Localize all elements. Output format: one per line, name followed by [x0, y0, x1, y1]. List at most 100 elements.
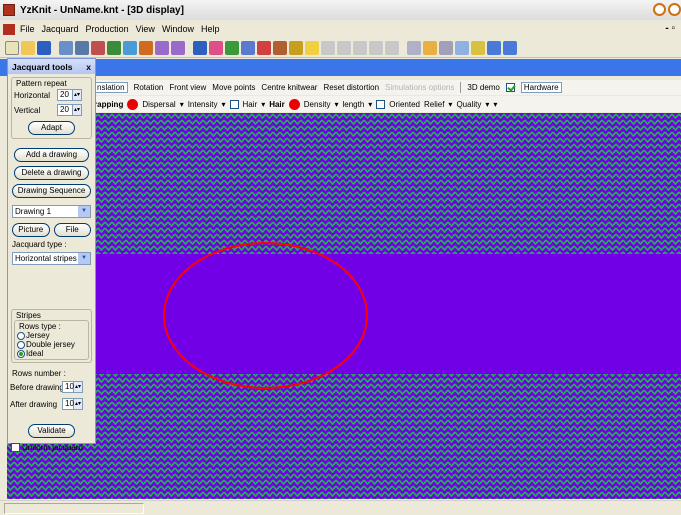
tab-translation[interactable]: nslation [94, 82, 128, 93]
hair-color-dot[interactable] [288, 98, 300, 110]
horizontal-input[interactable]: 20 [57, 89, 73, 101]
uniform-jacquard-checkbox[interactable] [11, 443, 20, 452]
chevron-down-icon[interactable]: ▾ [485, 100, 489, 109]
after-drawing-input[interactable]: 10 [62, 398, 74, 410]
menu-jacquard[interactable]: Jacquard [42, 24, 79, 34]
shape-icon[interactable] [241, 40, 255, 55]
radio-ideal-circle[interactable] [17, 349, 25, 358]
add-drawing-button[interactable]: Add a drawing [14, 148, 89, 162]
grid-icon[interactable] [107, 40, 121, 55]
help-icon[interactable] [305, 40, 319, 55]
disabled-tool-icon[interactable] [337, 40, 351, 55]
wrapping-label[interactable]: rapping [94, 100, 123, 109]
file-button[interactable]: File [53, 223, 91, 237]
hardware-checkbox[interactable] [505, 83, 515, 92]
chevron-down-icon[interactable]: ▼ [78, 206, 90, 217]
tab-reset-distortion[interactable]: Reset distortion [323, 83, 379, 92]
dispersal-dropdown[interactable]: Dispersal [142, 100, 175, 109]
tab-rotation[interactable]: Rotation [134, 83, 164, 92]
pattern-icon[interactable] [225, 40, 239, 55]
mdi-controls[interactable]: - ▫ [665, 23, 675, 34]
save-icon[interactable] [37, 40, 51, 55]
disabled-tool-icon[interactable] [369, 40, 383, 55]
chevron-down-icon[interactable]: ▾ [448, 100, 452, 109]
tab-3d-demo[interactable]: 3D demo [467, 83, 499, 92]
line-tool-icon[interactable] [407, 40, 421, 55]
measure-icon[interactable] [139, 40, 153, 55]
menu-production[interactable]: Production [86, 24, 129, 34]
validate-button[interactable]: Validate [28, 424, 75, 438]
chart-icon[interactable] [471, 40, 485, 55]
relief-dropdown[interactable]: Relief [424, 100, 444, 109]
chevron-down-icon[interactable]: ▾ [261, 100, 265, 109]
tab-front-view[interactable]: Front view [169, 83, 206, 92]
before-drawing-spinner[interactable]: ▴▾ [74, 381, 83, 393]
length-dropdown[interactable]: length [342, 100, 364, 109]
image-icon[interactable] [439, 40, 453, 55]
oriented-label[interactable]: Oriented [389, 100, 420, 109]
hair-color-label[interactable]: Hair [269, 100, 285, 109]
disabled-tool-icon[interactable] [385, 40, 399, 55]
chevron-down-icon[interactable]: ▾ [493, 100, 497, 109]
disabled-tool-icon[interactable] [321, 40, 335, 55]
chevron-down-icon[interactable]: ▼ [78, 253, 90, 264]
vertical-spinner[interactable]: ▴▾ [73, 104, 82, 116]
close-icon[interactable]: x [86, 62, 91, 72]
minimize-icon[interactable] [653, 3, 666, 16]
delete-drawing-button[interactable]: Delete a drawing [14, 166, 89, 180]
radio-ideal[interactable]: Ideal [17, 349, 86, 358]
disabled-tool-icon[interactable] [353, 40, 367, 55]
radio-double-jersey-circle[interactable] [17, 340, 25, 349]
jacquard-type-select[interactable]: Horizontal stripes ▼ [12, 252, 91, 265]
menu-window[interactable]: Window [162, 24, 194, 34]
zoom-icon[interactable] [155, 40, 169, 55]
density-dropdown[interactable]: Density [304, 100, 331, 109]
chevron-down-icon[interactable]: ▾ [180, 100, 184, 109]
uniform-jacquard-option[interactable]: Uniform jacquard [11, 443, 92, 452]
maximize-icon[interactable] [668, 3, 681, 16]
radio-jersey-circle[interactable] [17, 331, 25, 340]
drawing-sequence-button[interactable]: Drawing Sequence [12, 184, 91, 198]
pen-icon[interactable] [289, 40, 303, 55]
chevron-down-icon[interactable]: ▾ [334, 100, 338, 109]
oriented-checkbox[interactable] [376, 99, 386, 109]
layers-icon[interactable] [455, 40, 469, 55]
horizontal-spinner[interactable]: ▴▾ [73, 89, 82, 101]
fill-icon[interactable] [257, 40, 271, 55]
tab-simulations-options[interactable]: Simulations options [385, 83, 454, 92]
new-icon[interactable] [5, 40, 19, 55]
chevron-down-icon[interactable]: ▾ [368, 100, 372, 109]
menu-help[interactable]: Help [201, 24, 220, 34]
print-icon[interactable] [75, 40, 89, 55]
hardware-label[interactable]: Hardware [520, 82, 562, 93]
before-drawing-input[interactable]: 10 [62, 381, 74, 393]
chevron-down-icon[interactable]: ▾ [222, 100, 226, 109]
picture-button[interactable]: Picture [12, 223, 50, 237]
vertical-input[interactable]: 20 [57, 104, 73, 116]
jacquard-icon[interactable] [123, 40, 137, 55]
radio-jersey[interactable]: Jersey [17, 331, 86, 340]
tab-move-points[interactable]: Move points [212, 83, 255, 92]
save-as-icon[interactable] [193, 40, 207, 55]
adapt-button[interactable]: Adapt [28, 121, 75, 135]
after-drawing-spinner[interactable]: ▴▾ [74, 398, 83, 410]
window-cascade-icon[interactable] [503, 40, 517, 55]
menu-file[interactable]: File [20, 24, 35, 34]
preview-icon[interactable] [59, 40, 73, 55]
color-icon[interactable] [209, 40, 223, 55]
crop-icon[interactable] [273, 40, 287, 55]
wrapping-color-dot[interactable] [127, 98, 139, 110]
zoom-out-icon[interactable] [171, 40, 185, 55]
hair-label[interactable]: Hair [243, 100, 258, 109]
bucket-icon[interactable] [423, 40, 437, 55]
window-tile-icon[interactable] [487, 40, 501, 55]
radio-double-jersey[interactable]: Double jersey [17, 340, 86, 349]
tab-centre-knitwear[interactable]: Centre knitwear [261, 83, 317, 92]
edit-icon[interactable] [91, 40, 105, 55]
intensity-dropdown[interactable]: Intensity [188, 100, 218, 109]
drawing-select[interactable]: Drawing 1 ▼ [12, 205, 91, 218]
hair-checkbox[interactable] [229, 99, 239, 109]
menu-view[interactable]: View [136, 24, 155, 34]
open-icon[interactable] [21, 40, 35, 55]
quality-dropdown[interactable]: Quality [456, 100, 481, 109]
